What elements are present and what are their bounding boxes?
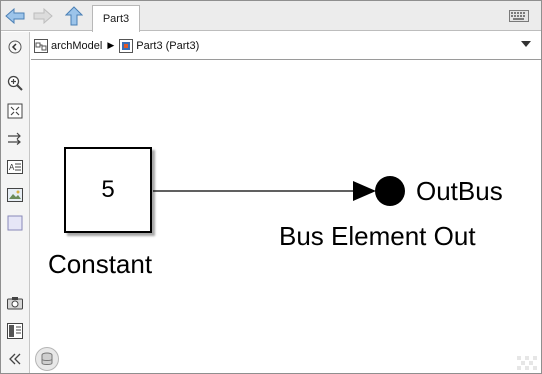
arrows-icon[interactable] <box>6 130 24 148</box>
editor-window: Part3 A archModel ▶ Part3 (Part3) 5 Cons… <box>0 0 542 374</box>
navigate-back-icon[interactable] <box>6 38 24 56</box>
breadcrumb-item-part3[interactable]: Part3 (Part3) <box>119 38 200 53</box>
tab-part3[interactable]: Part3 <box>92 5 140 32</box>
back-arrow-icon[interactable] <box>4 6 26 26</box>
left-toolbar: A <box>1 32 30 373</box>
bus-element-outport-icon <box>375 176 405 206</box>
area-icon[interactable] <box>6 214 24 232</box>
svg-text:A: A <box>9 163 15 172</box>
tab-label: Part3 <box>102 13 130 25</box>
breadcrumb-item-archmodel[interactable]: archModel <box>34 38 103 53</box>
image-icon[interactable] <box>6 186 24 204</box>
model-canvas[interactable]: 5 Constant OutBus Bus Element Out <box>31 61 541 373</box>
screenshot-icon[interactable] <box>6 294 24 312</box>
breadcrumb: archModel ▶ Part3 (Part3) <box>31 32 541 60</box>
annotation-icon[interactable]: A <box>6 158 24 176</box>
fit-to-view-icon[interactable] <box>6 102 24 120</box>
zoom-in-icon[interactable] <box>6 74 24 92</box>
model-data-icon[interactable] <box>35 347 59 371</box>
tab-strip: Part3 <box>1 1 541 32</box>
signal-line[interactable] <box>31 61 541 373</box>
up-arrow-icon[interactable] <box>63 6 85 26</box>
resize-grip-icon <box>517 356 537 370</box>
breadcrumb-label: archModel <box>51 39 103 52</box>
explorer-bar-icon[interactable] <box>6 322 24 340</box>
keyboard-icon[interactable] <box>509 10 529 22</box>
breadcrumb-separator-icon: ▶ <box>107 40 115 50</box>
model-icon <box>34 38 48 53</box>
outport-block-label[interactable]: Bus Element Out <box>279 221 476 252</box>
breadcrumb-label: Part3 (Part3) <box>136 39 200 52</box>
breadcrumb-dropdown-icon[interactable] <box>521 41 531 47</box>
subsystem-icon <box>119 38 134 53</box>
outport-signal-name[interactable]: OutBus <box>416 176 503 207</box>
forward-arrow-icon[interactable] <box>32 6 54 26</box>
collapse-icon[interactable] <box>6 350 24 368</box>
